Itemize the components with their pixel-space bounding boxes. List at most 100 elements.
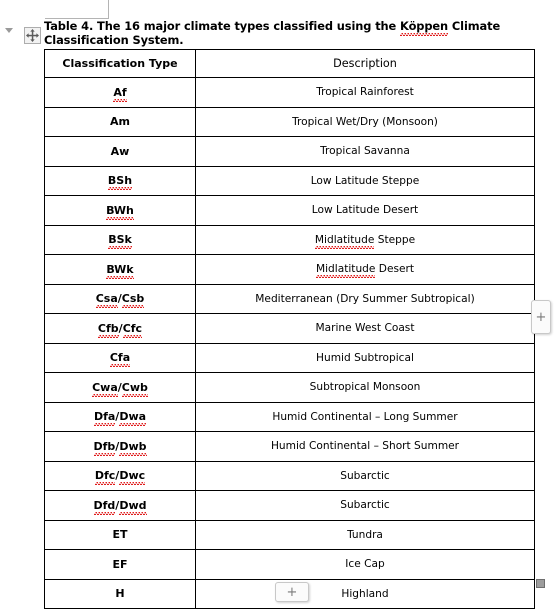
cell-description[interactable]: Midlatitude Steppe — [195, 224, 535, 255]
cell-description[interactable]: Highland — [195, 578, 535, 609]
description-text: Humid Continental – Long Summer — [272, 410, 458, 423]
code-text: EF — [112, 557, 128, 571]
code-text: Am — [110, 115, 130, 129]
table-row: Aw Tropical Savanna — [44, 136, 535, 167]
cell-classification-code[interactable]: Dfa/Dwa — [44, 401, 196, 432]
description-text: Low Latitude Desert — [311, 204, 419, 217]
cell-description[interactable]: Subtropical Monsoon — [195, 372, 535, 403]
cell-classification-code[interactable]: BWh — [44, 195, 196, 226]
table-row: BWh Low Latitude Desert — [44, 195, 535, 226]
misspelled-code-token: BWh — [106, 203, 134, 217]
table-row: Csa/Csb Mediterranean (Dry Summer Subtrop… — [44, 283, 535, 314]
description-text: Mediterranean (Dry Summer Subtropical) — [255, 292, 475, 305]
cell-classification-code[interactable]: Cfa — [44, 342, 196, 373]
table-header-row: Classification Type Description — [44, 49, 535, 78]
description-text: Steppe — [374, 233, 416, 246]
caption-text-part-1: Table 4. The 16 major climate types clas… — [44, 19, 401, 33]
cell-description[interactable]: Ice Cap — [195, 549, 535, 580]
cell-classification-code[interactable]: EF — [44, 549, 196, 580]
description-text: Tropical Savanna — [320, 145, 410, 158]
table-resize-handle[interactable] — [536, 579, 545, 588]
misspelled-code-token: Cwa — [92, 380, 118, 394]
cell-description[interactable]: Humid Continental – Long Summer — [195, 401, 535, 432]
insert-row-button[interactable]: + — [275, 582, 309, 602]
table-body: Af Tropical Rainforest Am Tropical Wet/Dry … — [44, 77, 535, 609]
cell-classification-code[interactable]: Af — [44, 77, 196, 108]
description-text: Tundra — [347, 528, 383, 541]
cell-classification-code[interactable]: Cfb/Cfc — [44, 313, 196, 344]
misspelled-code-token: Csb — [121, 292, 145, 306]
cell-classification-code[interactable]: Csa/Csb — [44, 283, 196, 314]
cell-classification-code[interactable]: H — [44, 578, 196, 609]
move-four-arrows-icon — [26, 29, 39, 42]
cell-description[interactable]: Mediterranean (Dry Summer Subtropical) — [195, 283, 535, 314]
table-move-handle[interactable] — [24, 27, 41, 44]
climate-classification-table: Classification Type Description Af Tropic… — [44, 49, 535, 609]
cell-description[interactable]: Humid Subtropical — [195, 342, 535, 373]
table-row: BWk Midlatitude Desert — [44, 254, 535, 285]
cell-description[interactable]: Subarctic — [195, 490, 535, 521]
table-row: Dfc/Dwc Subarctic — [44, 460, 535, 491]
cell-classification-code[interactable]: Cwa/Cwb — [44, 372, 196, 403]
cell-classification-code[interactable]: BSh — [44, 165, 196, 196]
insert-column-button[interactable]: + — [531, 300, 551, 334]
description-text: Tropical Rainforest — [316, 86, 414, 99]
misspelled-code-token: Dfb — [93, 439, 116, 453]
table-caption: Table 4. The 16 major climate types clas… — [44, 19, 514, 47]
cell-description[interactable]: Low Latitude Desert — [195, 195, 535, 226]
cell-classification-code[interactable]: Aw — [44, 136, 196, 167]
cell-classification-code[interactable]: Dfc/Dwc — [44, 460, 196, 491]
table-row: Cfa Humid Subtropical — [44, 342, 535, 373]
cell-classification-code[interactable]: BWk — [44, 254, 196, 285]
table-row: Dfa/Dwa Humid Continental – Long Summer — [44, 401, 535, 432]
description-text: Ice Cap — [345, 558, 385, 571]
cell-description[interactable]: Subarctic — [195, 460, 535, 491]
code-text: ET — [112, 528, 128, 542]
misspelled-code-token: Dfc — [94, 469, 116, 483]
document-canvas: Table 4. The 16 major climate types clas… — [0, 0, 557, 609]
page-corner-mark — [45, 0, 109, 19]
misspelled-code-token: Dfd — [93, 498, 116, 512]
table-row: ET Tundra — [44, 519, 535, 550]
table-row: BSh Low Latitude Steppe — [44, 165, 535, 196]
description-text: Subarctic — [340, 469, 390, 482]
misspelled-code-token: Cwb — [121, 380, 148, 394]
cell-description[interactable]: Tropical Wet/Dry (Monsoon) — [195, 106, 535, 137]
cell-classification-code[interactable]: ET — [44, 519, 196, 550]
column-header-classification-type: Classification Type — [44, 49, 196, 78]
description-text: Desert — [375, 263, 415, 276]
cell-description[interactable]: Tundra — [195, 519, 535, 550]
misspelled-code-token: Dwd — [119, 498, 147, 512]
misspelled-code-token: Dwc — [119, 469, 146, 483]
cell-classification-code[interactable]: Dfd/Dwd — [44, 490, 196, 521]
table-row: Cfb/Cfc Marine West Coast — [44, 313, 535, 344]
description-text: Tropical Wet/Dry (Monsoon) — [292, 115, 438, 128]
cell-description[interactable]: Midlatitude Desert — [195, 254, 535, 285]
table-row: Af Tropical Rainforest — [44, 77, 535, 108]
code-text: Aw — [110, 144, 130, 158]
cell-description[interactable]: Marine West Coast — [195, 313, 535, 344]
table-row: Am Tropical Wet/Dry (Monsoon) — [44, 106, 535, 137]
column-header-description: Description — [195, 49, 535, 78]
cell-description[interactable]: Low Latitude Steppe — [195, 165, 535, 196]
misspelled-code-token: Dwb — [119, 439, 147, 453]
description-text: Highland — [341, 587, 389, 600]
misspelled-code-token: Dfa — [93, 410, 116, 424]
table-row: Dfb/Dwb Humid Continental – Short Summer — [44, 431, 535, 462]
misspelled-code-token: Cfc — [122, 321, 143, 335]
cell-classification-code[interactable]: BSk — [44, 224, 196, 255]
cell-description[interactable]: Tropical Savanna — [195, 136, 535, 167]
cell-description[interactable]: Tropical Rainforest — [195, 77, 535, 108]
description-text: Humid Subtropical — [316, 351, 414, 364]
misspelled-description-word: Midlatitude — [315, 263, 376, 276]
misspelled-code-token: BSk — [108, 233, 132, 247]
misspelled-code-token: BSh — [107, 174, 133, 188]
description-text: Low Latitude Steppe — [310, 174, 420, 187]
description-text: Subarctic — [340, 499, 390, 512]
cell-classification-code[interactable]: Dfb/Dwb — [44, 431, 196, 462]
heading-collapse-toggle-icon[interactable] — [5, 28, 13, 33]
cell-classification-code[interactable]: Am — [44, 106, 196, 137]
cell-description[interactable]: Humid Continental – Short Summer — [195, 431, 535, 462]
code-text: H — [115, 587, 125, 601]
table-row: EF Ice Cap — [44, 549, 535, 580]
